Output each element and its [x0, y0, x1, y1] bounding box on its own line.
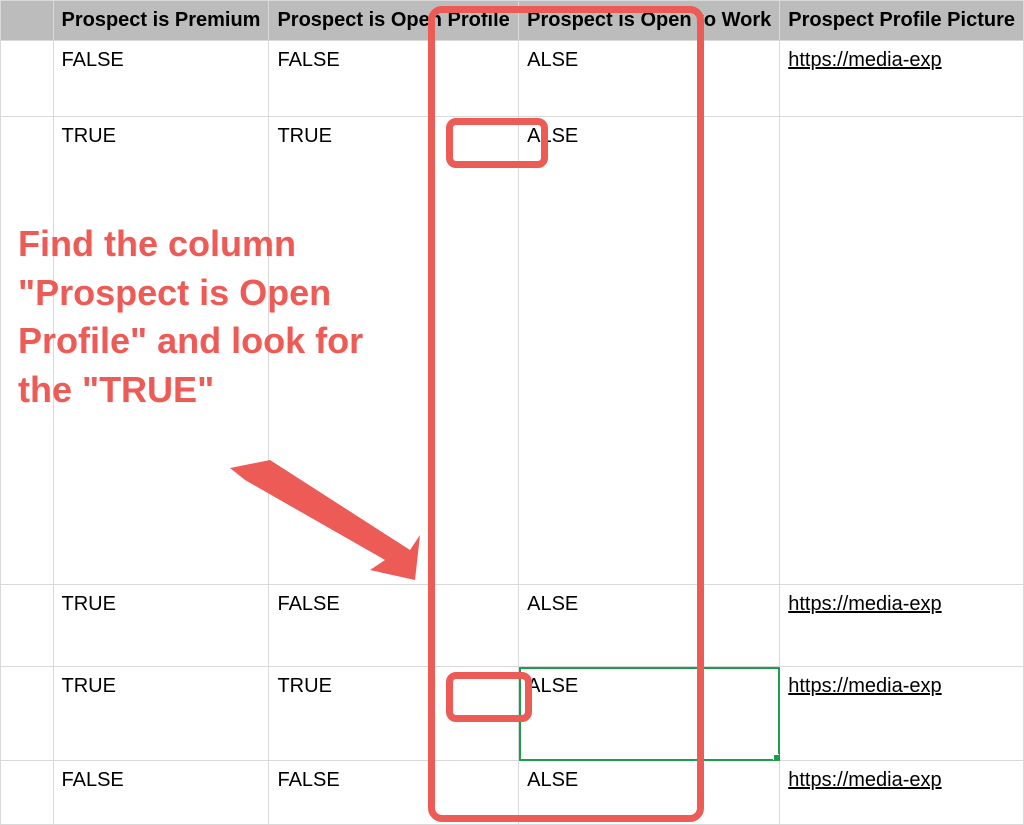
- cell-premium[interactable]: TRUE: [53, 667, 269, 761]
- header-premium[interactable]: Prospect is Premium: [53, 1, 269, 41]
- cell-open-profile[interactable]: FALSE: [269, 41, 519, 117]
- table-row: TRUETRUEALSEhttps://media-exp: [1, 667, 1024, 761]
- cell-profile-pic[interactable]: https://media-exp: [780, 585, 1024, 667]
- cell-profile-pic[interactable]: https://media-exp: [780, 41, 1024, 117]
- cell-open-profile[interactable]: FALSE: [269, 761, 519, 825]
- cell-premium[interactable]: TRUE: [53, 117, 269, 585]
- cell-blank[interactable]: [1, 585, 54, 667]
- cell-premium[interactable]: TRUE: [53, 585, 269, 667]
- cell-open-to-work[interactable]: ALSE: [519, 761, 780, 825]
- cell-open-to-work[interactable]: ALSE: [519, 41, 780, 117]
- cell-profile-pic[interactable]: https://media-exp: [780, 761, 1024, 825]
- cell-premium[interactable]: FALSE: [53, 761, 269, 825]
- header-row: Prospect is Premium Prospect is Open Pro…: [1, 1, 1024, 41]
- cell-open-profile[interactable]: TRUE: [269, 667, 519, 761]
- cell-blank[interactable]: [1, 117, 54, 585]
- cell-premium[interactable]: FALSE: [53, 41, 269, 117]
- header-profile-pic[interactable]: Prospect Profile Picture: [780, 1, 1024, 41]
- cell-profile-pic[interactable]: https://media-exp: [780, 667, 1024, 761]
- cell-blank[interactable]: [1, 667, 54, 761]
- table-row: FALSEFALSEALSEhttps://media-exp: [1, 41, 1024, 117]
- table-row: TRUETRUEALSE: [1, 117, 1024, 585]
- cell-blank[interactable]: [1, 41, 54, 117]
- cell-open-profile[interactable]: FALSE: [269, 585, 519, 667]
- cell-open-to-work[interactable]: ALSE: [519, 585, 780, 667]
- header-blank[interactable]: [1, 1, 54, 41]
- cell-open-to-work[interactable]: ALSE: [519, 667, 780, 761]
- cell-open-to-work[interactable]: ALSE: [519, 117, 780, 585]
- profile-link[interactable]: https://media-exp: [788, 49, 941, 71]
- header-open-profile[interactable]: Prospect is Open Profile: [269, 1, 519, 41]
- cell-blank[interactable]: [1, 761, 54, 825]
- profile-link[interactable]: https://media-exp: [788, 593, 941, 615]
- spreadsheet: Prospect is Premium Prospect is Open Pro…: [0, 0, 1024, 825]
- cell-open-profile[interactable]: TRUE: [269, 117, 519, 585]
- header-open-to-work[interactable]: Prospect is Open to Work: [519, 1, 780, 41]
- table-row: FALSEFALSEALSEhttps://media-exp: [1, 761, 1024, 825]
- profile-link[interactable]: https://media-exp: [788, 769, 941, 791]
- profile-link[interactable]: https://media-exp: [788, 675, 941, 697]
- table-row: TRUEFALSEALSE https://media-exp: [1, 585, 1024, 667]
- cell-profile-pic[interactable]: [780, 117, 1024, 585]
